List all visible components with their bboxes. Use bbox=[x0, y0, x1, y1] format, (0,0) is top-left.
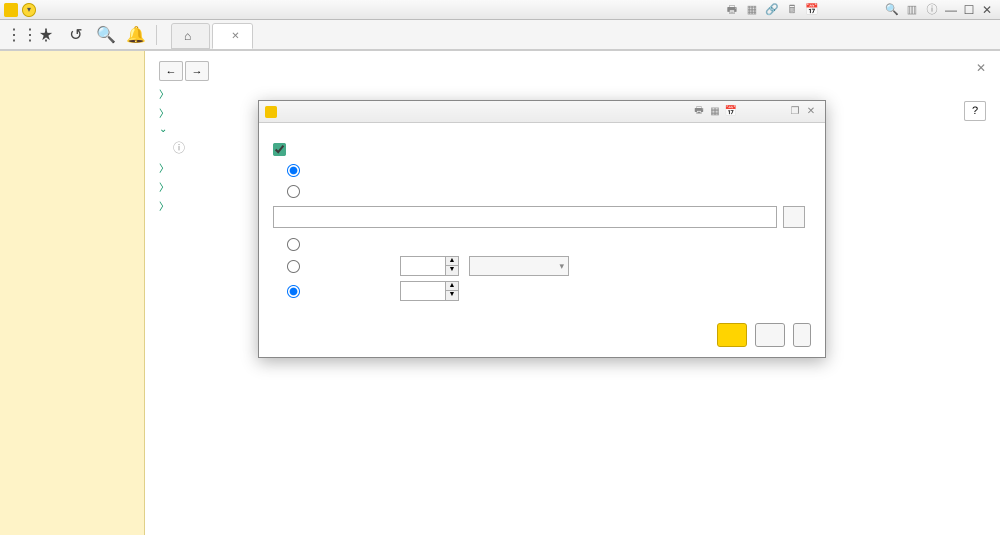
spin-down-icon[interactable]: ▼ bbox=[446, 266, 458, 275]
chevron-right-icon: 〉 bbox=[159, 198, 169, 213]
star-icon[interactable]: ★ bbox=[36, 25, 56, 45]
sidebar-item-admin[interactable] bbox=[0, 177, 144, 187]
dialog-close-icon[interactable]: ✕ bbox=[803, 106, 819, 117]
done-button[interactable] bbox=[717, 323, 747, 347]
spin-up-icon[interactable]: ▲ bbox=[446, 282, 458, 291]
cancel-button[interactable] bbox=[755, 323, 785, 347]
sidebar-item-assets[interactable] bbox=[0, 127, 144, 137]
catalog-input[interactable] bbox=[273, 206, 777, 228]
close-button[interactable]: ✕ bbox=[978, 3, 996, 17]
main-toolbar: ⋮⋮⋮ ★ ↺ 🔍 🔔 ⌂ ✕ bbox=[0, 20, 1000, 50]
sidebar-item-sales[interactable] bbox=[0, 87, 144, 97]
info-icon: ⓘ bbox=[173, 139, 185, 156]
apps-icon[interactable]: ⋮⋮⋮ bbox=[6, 25, 26, 45]
separator bbox=[156, 25, 157, 45]
sidebar-item-operations[interactable] bbox=[0, 147, 144, 157]
minimize-button[interactable]: — bbox=[942, 3, 960, 17]
page-close-icon[interactable]: ✕ bbox=[976, 61, 986, 75]
app-logo-icon bbox=[4, 3, 18, 17]
keep-period-radio[interactable] bbox=[287, 260, 300, 273]
sidebar-item-directories[interactable] bbox=[0, 167, 144, 177]
sidebar-item-warehouse[interactable] bbox=[0, 107, 144, 117]
scan-icon[interactable]: ▦ bbox=[744, 2, 760, 18]
tab-service[interactable]: ✕ bbox=[212, 23, 252, 49]
chevron-down-icon: ⌄ bbox=[159, 124, 167, 135]
dropdown-icon[interactable]: ▾ bbox=[22, 3, 36, 17]
period-input[interactable] bbox=[401, 257, 445, 275]
sidebar-item-payroll[interactable] bbox=[0, 137, 144, 147]
calendar-icon[interactable]: 📅 bbox=[804, 2, 820, 18]
lastn-spinner[interactable]: ▲▼ bbox=[400, 281, 459, 301]
dialog-print-icon[interactable]: 🖶 bbox=[691, 103, 707, 120]
m-minus-icon[interactable] bbox=[864, 2, 880, 18]
search-global-icon[interactable]: 🔍 bbox=[884, 2, 900, 18]
info-icon[interactable]: ⓘ bbox=[924, 2, 940, 18]
spin-up-icon[interactable]: ▲ bbox=[446, 257, 458, 266]
dialog-grid-icon[interactable]: ▦ bbox=[707, 106, 723, 117]
sidebar-item-production[interactable] bbox=[0, 117, 144, 127]
search-icon[interactable]: 🔍 bbox=[96, 25, 116, 45]
sidebar-item-purchases[interactable] bbox=[0, 97, 144, 107]
dialog-help-button[interactable] bbox=[793, 323, 811, 347]
calc-icon[interactable]: 🖩 bbox=[784, 2, 800, 18]
browse-button[interactable] bbox=[783, 206, 805, 228]
section-reports[interactable]: 〉 bbox=[159, 86, 986, 101]
period-spinner[interactable]: ▲▼ bbox=[400, 256, 459, 276]
home-icon: ⌂ bbox=[184, 29, 191, 43]
keep-lastn-radio[interactable] bbox=[287, 285, 300, 298]
period-unit-select[interactable] bbox=[469, 256, 569, 276]
dialog-titlebar[interactable]: 🖶 ▦ 📅 ❐ ✕ bbox=[259, 101, 825, 123]
sidebar-item-reports[interactable] bbox=[0, 157, 144, 167]
tab-bar: ⌂ ✕ bbox=[171, 20, 255, 49]
lastn-input[interactable] bbox=[401, 282, 445, 300]
link-icon[interactable]: 🔗 bbox=[764, 2, 780, 18]
page-help-button[interactable]: ? bbox=[964, 101, 986, 121]
sidebar bbox=[0, 51, 145, 535]
tab-close-icon[interactable]: ✕ bbox=[231, 31, 239, 42]
nav-back-button[interactable]: ← bbox=[159, 61, 183, 81]
print-icon[interactable]: 🖶 bbox=[724, 2, 740, 18]
tab-home[interactable]: ⌂ bbox=[171, 23, 210, 49]
schedule-radio[interactable] bbox=[287, 164, 300, 177]
dialog-restore-icon[interactable]: ❐ bbox=[787, 106, 803, 117]
panel-icon[interactable]: ▥ bbox=[904, 2, 920, 18]
sidebar-item-manager[interactable] bbox=[0, 67, 144, 77]
auto-backup-checkbox[interactable] bbox=[273, 143, 286, 156]
dialog-calendar-icon[interactable]: 📅 bbox=[723, 106, 739, 117]
sidebar-item-bank[interactable] bbox=[0, 77, 144, 87]
chevron-right-icon: 〉 bbox=[159, 105, 169, 120]
onexit-radio[interactable] bbox=[287, 185, 300, 198]
chevron-right-icon: 〉 bbox=[159, 160, 169, 175]
backup-settings-dialog: 🖶 ▦ 📅 ❐ ✕ bbox=[258, 100, 826, 358]
m-icon[interactable] bbox=[824, 2, 840, 18]
history-icon[interactable]: ↺ bbox=[66, 25, 86, 45]
dialog-logo-icon bbox=[265, 106, 277, 118]
bell-icon[interactable]: 🔔 bbox=[126, 25, 146, 45]
m-plus-icon[interactable] bbox=[844, 2, 860, 18]
app-titlebar: ▾ 🖶 ▦ 🔗 🖩 📅 🔍 ▥ ⓘ — ☐ ✕ bbox=[0, 0, 1000, 20]
spin-down-icon[interactable]: ▼ bbox=[446, 291, 458, 300]
maximize-button[interactable]: ☐ bbox=[960, 3, 978, 17]
keep-all-radio[interactable] bbox=[287, 238, 300, 251]
nav-forward-button[interactable]: → bbox=[185, 61, 209, 81]
chevron-right-icon: 〉 bbox=[159, 86, 169, 101]
sidebar-item-main[interactable] bbox=[0, 57, 144, 67]
chevron-right-icon: 〉 bbox=[159, 179, 169, 194]
